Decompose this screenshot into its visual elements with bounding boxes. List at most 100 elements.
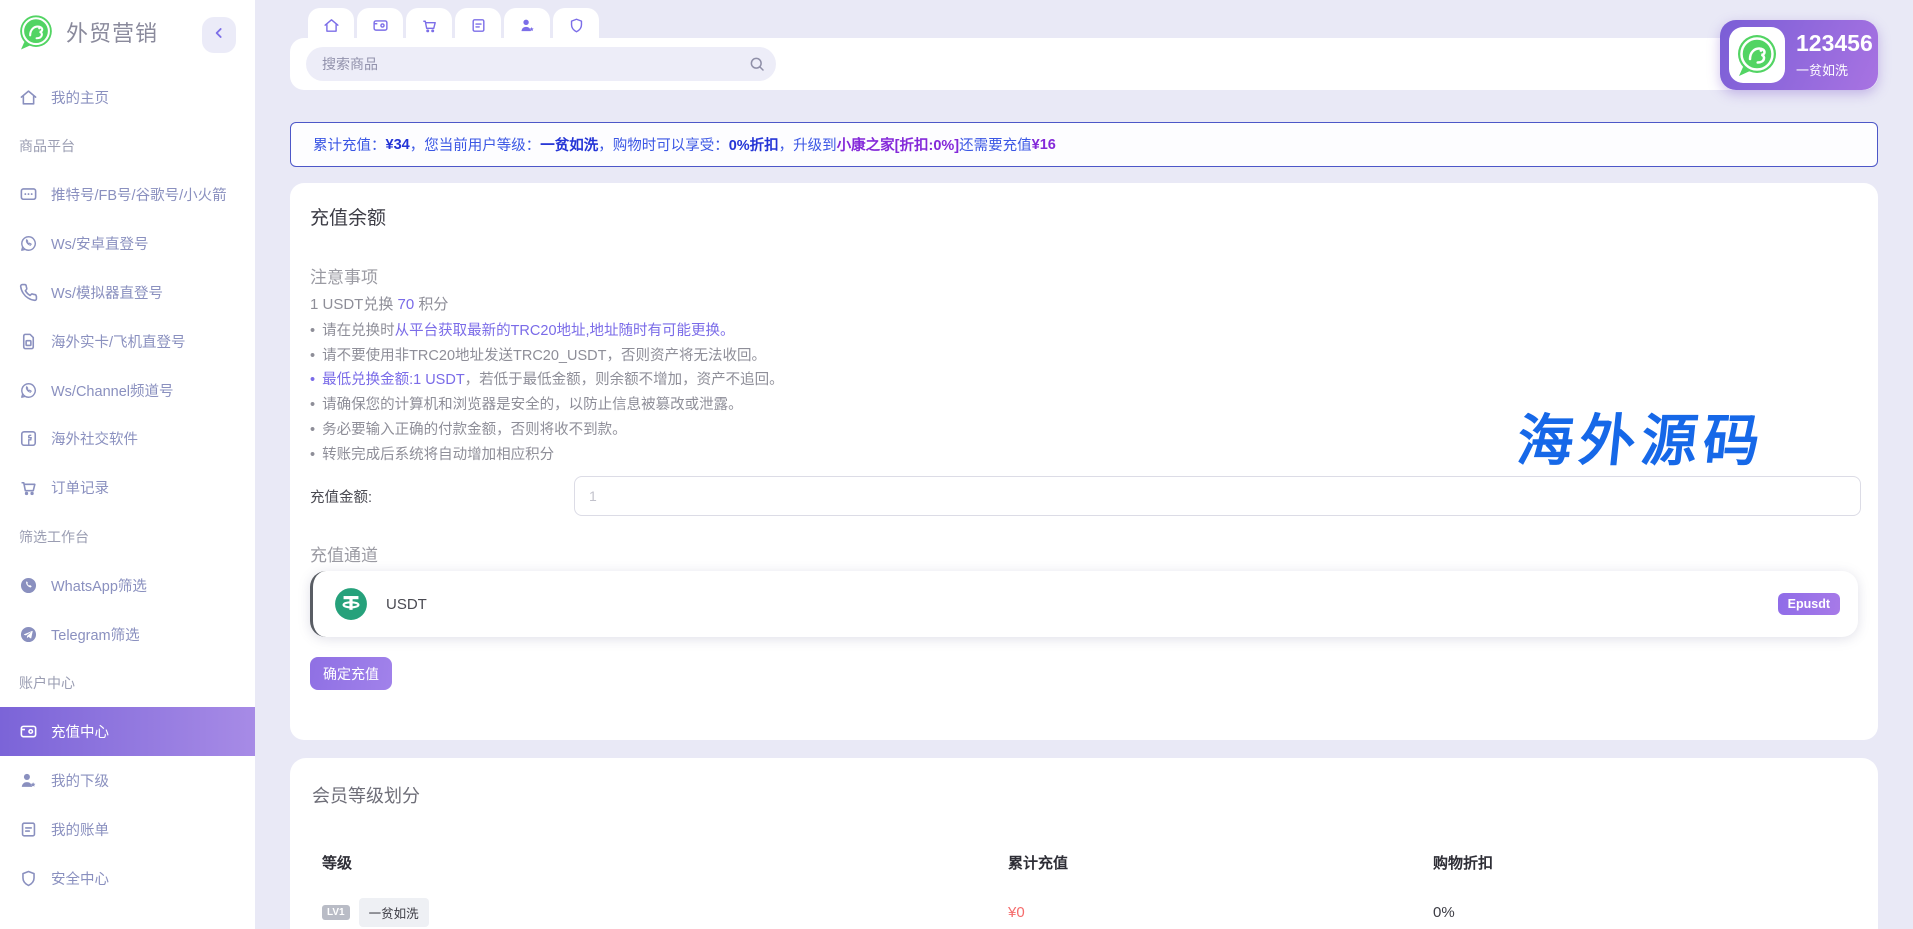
note-item: •请确保您的计算机和浏览器是安全的，以防止信息被篡改或泄露。 [310, 393, 784, 418]
text-segment: ¥34 [386, 137, 410, 153]
text-segment: ，升级到 [779, 134, 837, 155]
bill-icon [19, 820, 38, 839]
sidebar-item-label: 我的账单 [51, 819, 109, 840]
phone-icon [19, 283, 38, 302]
text-segment: 最低兑换金额:1 USDT [322, 372, 465, 388]
topbar-tab-user-star[interactable] [504, 8, 550, 42]
text-segment: 还需要充值 [959, 134, 1032, 155]
sidebar-item-label: 我的主页 [51, 87, 109, 108]
text-segment: 70 [398, 296, 415, 313]
levels-column-header: 等级 [322, 852, 1008, 873]
home-icon [323, 17, 340, 34]
topbar-tab-bill[interactable] [455, 8, 501, 42]
sidebar-section-header: 账户中心 [0, 659, 255, 708]
text-segment: ，购物时可以享受： [598, 134, 729, 155]
text-segment: 一贫如洗 [540, 134, 598, 155]
text-segment: 累计充值： [313, 134, 386, 155]
level-badge: LV1 [322, 905, 350, 920]
text-segment: 转账完成后系统将自动增加相应积分 [322, 447, 554, 463]
sidebar-item-label: 安全中心 [51, 868, 109, 889]
sidebar-item-label: Telegram筛选 [51, 624, 140, 645]
sidebar-item[interactable]: 订单记录 [0, 463, 255, 512]
text-segment: 从平台获取最新的TRC20地址,地址随时有可能更换。 [395, 323, 735, 339]
shield-icon [19, 869, 38, 888]
sidebar-item[interactable]: WhatsApp筛选 [0, 561, 255, 610]
sidebar-item[interactable]: Ws/Channel频道号 [0, 366, 255, 415]
sidebar-item[interactable]: 我的主页 [0, 73, 255, 122]
sidebar-item-label: 订单记录 [51, 477, 109, 498]
level-table-row: LV1一贫如洗¥00% [290, 894, 1878, 929]
sidebar-item-label: Ws/安卓直登号 [51, 233, 148, 254]
member-levels-card: 会员等级划分 等级累计充值购物折扣 LV1一贫如洗¥00% [290, 758, 1878, 929]
sidebar-item[interactable]: 安全中心 [0, 854, 255, 903]
facebook-icon [19, 429, 38, 448]
avatar [1729, 27, 1785, 83]
sidebar-item-label: 充值中心 [51, 721, 109, 742]
cart-icon [19, 478, 38, 497]
amount-input[interactable] [574, 476, 1861, 516]
text-segment: ¥16 [1032, 137, 1056, 153]
whatsapp-icon [19, 234, 38, 253]
sidebar-item[interactable]: 我的下级 [0, 756, 255, 805]
text-segment: 积分 [414, 296, 448, 313]
note-item: •转账完成后系统将自动增加相应积分 [310, 443, 784, 468]
user-star-icon [519, 17, 536, 34]
sidebar-item[interactable]: Ws/模拟器直登号 [0, 268, 255, 317]
chat-icon [19, 185, 38, 204]
topbar-tab-cart[interactable] [406, 8, 452, 42]
sidebar-item[interactable]: 海外实卡/飞机直登号 [0, 317, 255, 366]
wallet-icon [19, 722, 38, 741]
sidebar-item-label: 海外社交软件 [51, 428, 138, 449]
channel-option-usdt[interactable]: USDT Epusdt [310, 571, 1858, 637]
sidebar-item-label: 推特号/FB号/谷歌号/小火箭 [51, 184, 227, 205]
shield-icon [568, 17, 585, 34]
sidebar-nav: 我的主页商品平台推特号/FB号/谷歌号/小火箭 Ws/安卓直登号 Ws/模拟器直登号… [0, 73, 255, 903]
sidebar-item[interactable]: 推特号/FB号/谷歌号/小火箭 [0, 171, 255, 220]
sidebar-item-label: 我的下级 [51, 770, 109, 791]
tg-filled-icon [19, 625, 38, 644]
topbar-tab-shield[interactable] [553, 8, 599, 42]
sidebar-item-label: Ws/模拟器直登号 [51, 282, 163, 303]
text-segment: 小康之家[折扣:0%] [837, 134, 959, 155]
sidebar-item[interactable]: 充值中心 [0, 707, 255, 756]
home-icon [19, 88, 38, 107]
recharge-card-title: 充值余额 [310, 203, 386, 230]
chevron-left-icon [211, 25, 227, 46]
channel-badge: Epusdt [1778, 593, 1840, 615]
sim-icon [19, 332, 38, 351]
confirm-recharge-button[interactable]: 确定充值 [310, 657, 392, 690]
sidebar-item[interactable]: 我的账单 [0, 805, 255, 854]
whatsapp-icon [19, 381, 38, 400]
topbar [290, 38, 1878, 90]
notes-list: •请在兑换时从平台获取最新的TRC20地址,地址随时有可能更换。•请不要使用非T… [310, 319, 784, 467]
user-badge[interactable]: 123456 一贫如洗 [1720, 20, 1878, 90]
wallet-icon [372, 17, 389, 34]
recharge-notice-banner: 累计充值：¥34，您当前用户等级：一贫如洗，购物时可以享受：0%折扣，升级到 小… [290, 122, 1878, 167]
member-levels-title: 会员等级划分 [312, 782, 420, 808]
user-level: 一贫如洗 [1796, 60, 1873, 79]
topbar-tab-home[interactable] [308, 8, 354, 42]
text-segment: ，若低于最低金额，则余额不增加，资产不追回。 [465, 372, 784, 388]
search-icon[interactable] [748, 55, 766, 73]
levels-column-header: 累计充值 [1008, 852, 1433, 873]
level-discount-value: 0% [1433, 904, 1858, 921]
amount-label: 充值金额: [310, 486, 372, 507]
sidebar-item[interactable]: Telegram筛选 [0, 610, 255, 659]
sidebar-collapse-button[interactable] [202, 17, 236, 53]
sidebar-section-header: 商品平台 [0, 122, 255, 171]
exchange-rate-line: 1 USDT兑换 70 积分 [310, 293, 448, 314]
text-segment: ，您当前用户等级： [410, 134, 541, 155]
levels-column-header: 购物折扣 [1433, 852, 1858, 873]
sidebar-item-label: 海外实卡/飞机直登号 [51, 331, 186, 352]
search-input[interactable] [306, 47, 776, 81]
sidebar-item-label: Ws/Channel频道号 [51, 380, 173, 401]
usdt-icon [334, 587, 368, 621]
text-segment: 请确保您的计算机和浏览器是安全的，以防止信息被篡改或泄露。 [322, 397, 743, 413]
note-item: •最低兑换金额:1 USDT，若低于最低金额，则余额不增加，资产不追回。 [310, 368, 784, 393]
channel-name: USDT [386, 596, 427, 613]
user-star-icon [19, 771, 38, 790]
sidebar-item[interactable]: 海外社交软件 [0, 415, 255, 464]
watermark-text: 海外源码 [1514, 396, 1771, 477]
sidebar-item[interactable]: Ws/安卓直登号 [0, 219, 255, 268]
topbar-tab-wallet[interactable] [357, 8, 403, 42]
